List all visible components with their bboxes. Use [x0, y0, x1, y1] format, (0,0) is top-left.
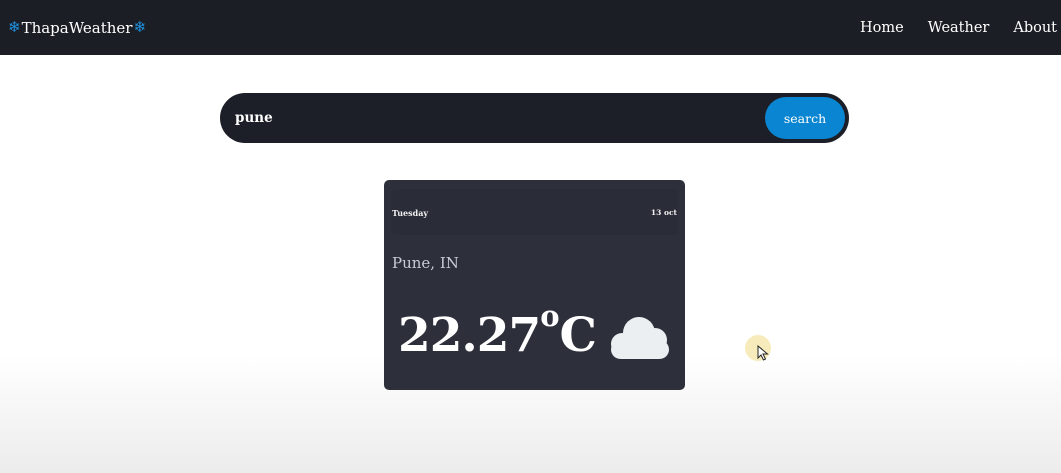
- brand-name: ThapaWeather: [21, 18, 133, 37]
- nav-link-weather[interactable]: Weather: [928, 20, 990, 36]
- nav-links: Home Weather About: [836, 0, 1061, 55]
- cloud-icon: [611, 317, 669, 359]
- card-header: Tuesday 13 oct: [391, 189, 678, 235]
- temperature-value: 22.27: [398, 308, 541, 363]
- temperature-unit: C: [559, 308, 597, 363]
- search-button[interactable]: search: [765, 97, 845, 139]
- temperature-display: 22.27oC: [398, 299, 597, 363]
- snowflake-icon: ❄: [8, 18, 21, 36]
- mouse-pointer-icon: [757, 345, 769, 361]
- brand[interactable]: ❄ ThapaWeather ❄: [8, 19, 146, 37]
- navbar: ❄ ThapaWeather ❄ Home Weather About: [0, 0, 1061, 55]
- nav-link-about[interactable]: About: [1013, 20, 1057, 36]
- search-bar: search: [220, 93, 849, 143]
- snowflake-icon: ❄: [133, 18, 147, 36]
- day-label: Tuesday: [392, 208, 429, 218]
- degree-symbol: o: [540, 299, 560, 333]
- location-label: Pune, IN: [392, 254, 459, 272]
- search-input[interactable]: [220, 93, 765, 143]
- weather-card: Tuesday 13 oct Pune, IN 22.27oC: [384, 180, 685, 390]
- date-label: 13 oct: [650, 208, 677, 217]
- nav-link-home[interactable]: Home: [860, 20, 904, 36]
